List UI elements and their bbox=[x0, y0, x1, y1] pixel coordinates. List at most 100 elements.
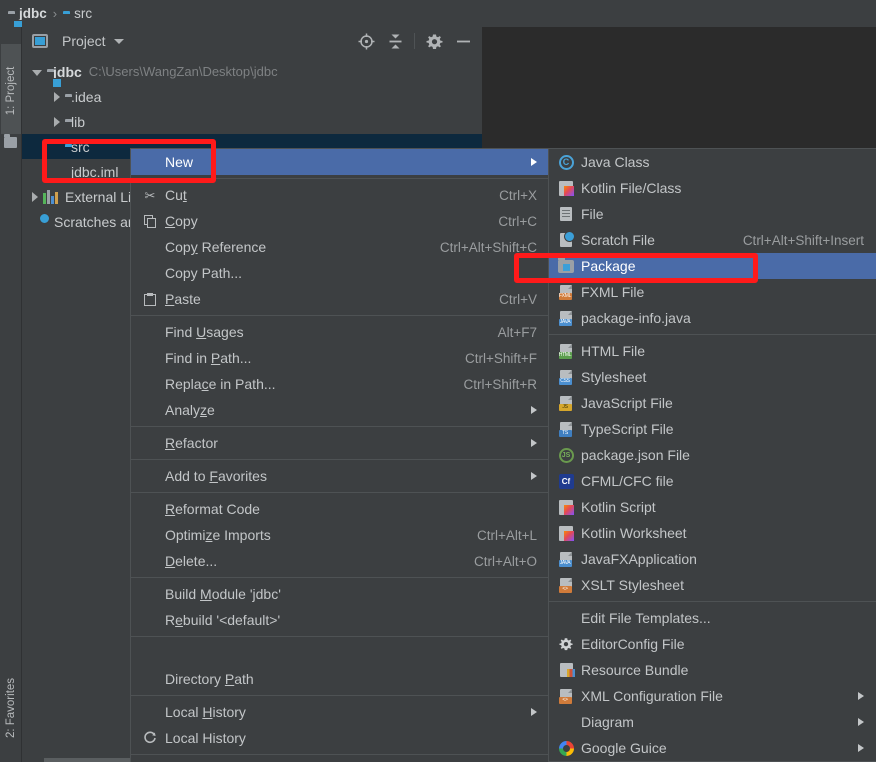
menu-item-label: Find in Path... bbox=[165, 350, 252, 366]
submenu-item-kotlin-script[interactable]: Kotlin Script bbox=[549, 494, 876, 520]
menu-item-delete[interactable]: Delete... Ctrl+Alt+O bbox=[131, 548, 549, 574]
menu-item-reload-from-disk[interactable]: Local History bbox=[131, 725, 549, 751]
submenu-arrow-icon bbox=[531, 406, 537, 414]
menu-item-refactor[interactable]: Refactor bbox=[131, 430, 549, 456]
submenu-item-diagram[interactable]: Diagram bbox=[549, 709, 876, 735]
typescript-file-icon: TS bbox=[557, 421, 575, 437]
submenu-item-stylesheet[interactable]: CSS Stylesheet bbox=[549, 364, 876, 390]
settings-gear-icon[interactable] bbox=[421, 29, 447, 53]
menu-item-replace-in-path[interactable]: Replace in Path... Ctrl+Shift+R bbox=[131, 371, 549, 397]
menu-separator bbox=[131, 315, 549, 316]
submenu-item-kotlin-worksheet[interactable]: Kotlin Worksheet bbox=[549, 520, 876, 546]
tree-row[interactable]: .idea bbox=[22, 84, 482, 109]
menu-item-shortcut: Ctrl+X bbox=[499, 187, 537, 203]
submenu-item-edit-file-templates[interactable]: Edit File Templates... bbox=[549, 605, 876, 631]
menu-item-label: Copy Path... bbox=[165, 265, 243, 281]
submenu-item-cfml-cfc-file[interactable]: Cf CFML/CFC file bbox=[549, 468, 876, 494]
menu-item-find-usages[interactable]: Find Usages Alt+F7 bbox=[131, 319, 549, 345]
copy-icon bbox=[141, 213, 159, 229]
submenu-item-file[interactable]: File bbox=[549, 201, 876, 227]
menu-item-analyze[interactable]: Analyze bbox=[131, 397, 549, 423]
submenu-item-package-json-file[interactable]: JS package.json File bbox=[549, 442, 876, 468]
collapse-all-icon[interactable] bbox=[382, 29, 408, 53]
breadcrumb-item-src[interactable]: src bbox=[63, 6, 92, 21]
reload-icon bbox=[141, 730, 159, 746]
menu-item-add-to-favorites[interactable]: Add to Favorites bbox=[131, 463, 549, 489]
menu-separator bbox=[131, 178, 549, 179]
submenu-item-google-guice[interactable]: Google Guice bbox=[549, 735, 876, 761]
menu-item-label: Local History bbox=[165, 704, 246, 720]
chevron-down-icon[interactable] bbox=[113, 38, 124, 44]
menu-item-find-in-path[interactable]: Find in Path... Ctrl+Shift+F bbox=[131, 345, 549, 371]
menu-item-new[interactable]: New bbox=[131, 149, 549, 175]
stylesheet-icon: CSS bbox=[557, 369, 575, 385]
submenu-item-java-class[interactable]: C Java Class bbox=[549, 149, 876, 175]
menu-item-show-in-explorer[interactable] bbox=[131, 640, 549, 666]
menu-item-build-module[interactable]: Build Module 'jdbc' bbox=[131, 581, 549, 607]
breadcrumb-item-jdbc[interactable]: jdbc bbox=[8, 6, 47, 21]
menu-item-label: TypeScript File bbox=[581, 421, 674, 437]
menu-item-rebuild[interactable]: Rebuild '<default>' bbox=[131, 607, 549, 633]
chevron-collapsed-icon[interactable] bbox=[54, 116, 60, 127]
menu-item-label: Rebuild '<default>' bbox=[165, 612, 281, 628]
menu-item-paste[interactable]: Paste Ctrl+V bbox=[131, 286, 549, 312]
chevron-expanded-icon[interactable] bbox=[32, 70, 42, 76]
menu-item-directory-path[interactable]: Directory Path bbox=[131, 666, 549, 692]
submenu-item-scratch-file[interactable]: Scratch File Ctrl+Alt+Shift+Insert bbox=[549, 227, 876, 253]
java-class-icon: C bbox=[557, 154, 575, 170]
context-menu[interactable]: New ✂ Cut Ctrl+X Copy Ctrl+C Copy Refere… bbox=[130, 148, 550, 762]
tree-row[interactable]: lib bbox=[22, 109, 482, 134]
breadcrumb-label: src bbox=[74, 6, 93, 21]
toolwindow-button-project[interactable]: 1: Project bbox=[5, 58, 17, 124]
menu-item-reformat-code[interactable]: Reformat Code bbox=[131, 496, 549, 522]
submenu-item-javascript-file[interactable]: JS JavaScript File bbox=[549, 390, 876, 416]
tree-node-path: C:\Users\WangZan\Desktop\jdbc bbox=[88, 64, 278, 79]
submenu-item-html-file[interactable]: HTML HTML File bbox=[549, 338, 876, 364]
menu-item-label: Edit File Templates... bbox=[581, 610, 711, 626]
menu-item-label: Delete... bbox=[165, 553, 218, 569]
select-opened-file-icon[interactable] bbox=[353, 29, 379, 53]
submenu-item-xml-configuration-file[interactable]: <> XML Configuration File bbox=[549, 683, 876, 709]
menu-item-local-history[interactable]: Local History bbox=[131, 699, 549, 725]
submenu-item-package[interactable]: Package bbox=[549, 253, 876, 279]
menu-item-label: Resource Bundle bbox=[581, 662, 689, 678]
submenu-item-resource-bundle[interactable]: Resource Bundle bbox=[549, 657, 876, 683]
menu-item-label: CFML/CFC file bbox=[581, 473, 674, 489]
menu-item-label: Scratch File bbox=[581, 232, 655, 248]
menu-item-shortcut: Ctrl+Alt+L bbox=[476, 527, 537, 543]
submenu-item-package-info-java[interactable]: JAVA package-info.java bbox=[549, 305, 876, 331]
menu-item-shortcut: Ctrl+Alt+Shift+C bbox=[439, 239, 537, 255]
chevron-collapsed-icon[interactable] bbox=[32, 191, 38, 202]
tree-node-label: lib bbox=[71, 113, 86, 130]
menu-item-label: Find Usages bbox=[165, 324, 244, 340]
submenu-arrow-icon bbox=[531, 158, 537, 166]
menu-item-optimize-imports[interactable]: Optimize Imports Ctrl+Alt+L bbox=[131, 522, 549, 548]
menu-item-copy-path[interactable]: Copy Path... bbox=[131, 260, 549, 286]
new-submenu[interactable]: C Java Class Kotlin File/Class File Scra… bbox=[548, 148, 876, 762]
menu-item-label: Reformat Code bbox=[165, 501, 260, 517]
submenu-item-editorconfig-file[interactable]: EditorConfig File bbox=[549, 631, 876, 657]
submenu-item-typescript-file[interactable]: TS TypeScript File bbox=[549, 416, 876, 442]
resource-bundle-icon bbox=[557, 662, 575, 678]
submenu-item-fxml-file[interactable]: FXML FXML File bbox=[549, 279, 876, 305]
project-strip-icon bbox=[4, 134, 17, 148]
menu-item-label: Copy Reference bbox=[165, 239, 267, 255]
tree-row[interactable]: jdbc C:\Users\WangZan\Desktop\jdbc bbox=[22, 59, 482, 84]
submenu-item-javafx-application[interactable]: JAVA JavaFXApplication bbox=[549, 546, 876, 572]
chevron-collapsed-icon[interactable] bbox=[54, 91, 60, 102]
menu-item-compare-with[interactable] bbox=[131, 758, 549, 762]
menu-item-label: Paste bbox=[165, 291, 201, 307]
menu-item-cut[interactable]: ✂ Cut Ctrl+X bbox=[131, 182, 549, 208]
menu-item-copy-reference[interactable]: Copy Reference Ctrl+Alt+Shift+C bbox=[131, 234, 549, 260]
toolwindow-button-favorites[interactable]: 2: Favorites bbox=[5, 675, 17, 741]
submenu-arrow-icon bbox=[531, 439, 537, 447]
submenu-item-xslt-stylesheet[interactable]: <> XSLT Stylesheet bbox=[549, 572, 876, 598]
left-toolwindow-strip: 1: Project 2: Favorites bbox=[0, 27, 22, 762]
hide-panel-icon[interactable] bbox=[450, 29, 476, 53]
menu-item-label: package.json File bbox=[581, 447, 690, 463]
kotlin-file-icon bbox=[557, 180, 575, 196]
menu-separator bbox=[131, 754, 549, 755]
libraries-icon bbox=[43, 189, 59, 204]
submenu-item-kotlin-file-class[interactable]: Kotlin File/Class bbox=[549, 175, 876, 201]
menu-item-copy[interactable]: Copy Ctrl+C bbox=[131, 208, 549, 234]
